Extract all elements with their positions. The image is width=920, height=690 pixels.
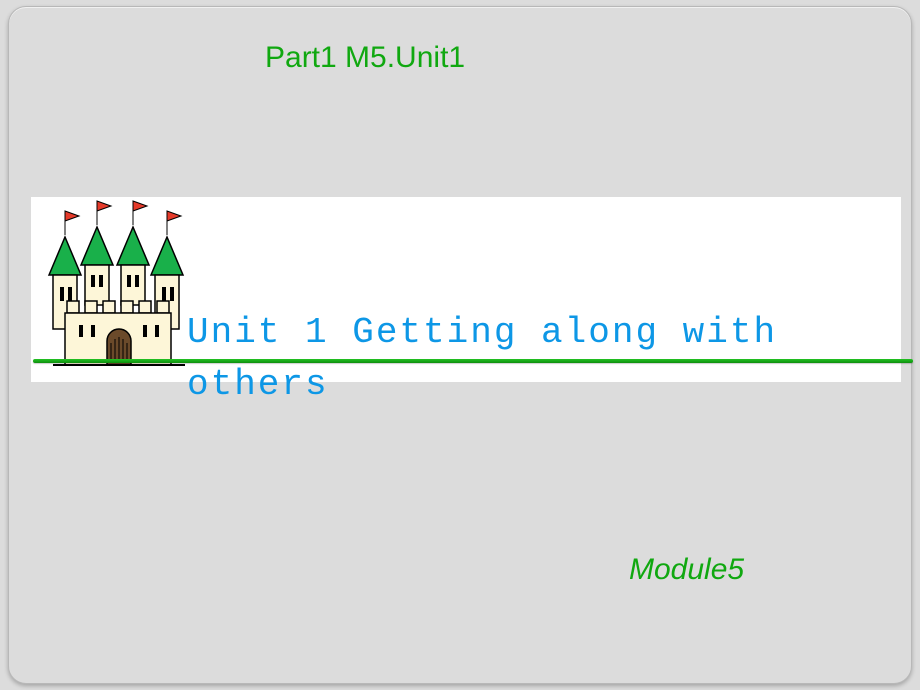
castle-icon bbox=[35, 197, 205, 372]
module-label: Module5 bbox=[629, 553, 744, 587]
unit-title: Unit 1 Getting along with others bbox=[187, 307, 807, 411]
part-title: Part1 M5.Unit1 bbox=[265, 41, 465, 75]
slide-card: Part1 M5.Unit1 bbox=[8, 6, 912, 684]
